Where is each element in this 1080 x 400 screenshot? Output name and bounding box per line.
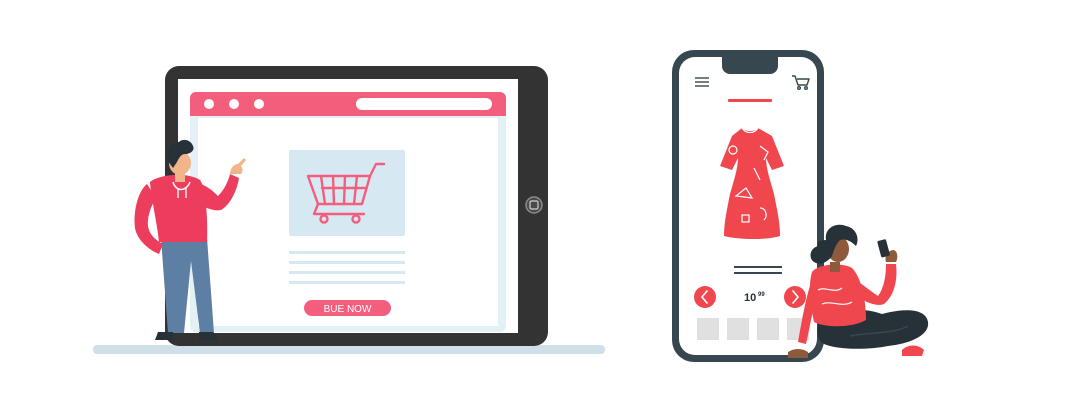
thumbnail[interactable] <box>757 318 779 340</box>
text-line <box>289 251 405 254</box>
ecommerce-illustration: BUE NOW 10 99 <box>93 50 929 362</box>
product-title-bar <box>728 99 772 102</box>
text-line <box>289 261 405 264</box>
buy-now-label: BUE NOW <box>324 304 372 315</box>
text-line <box>289 271 405 274</box>
home-button-icon[interactable] <box>525 196 543 214</box>
phone: 10 99 <box>672 50 824 362</box>
floor-shadow <box>93 345 605 354</box>
price-main: 10 <box>744 292 756 304</box>
browser-dot-icon[interactable] <box>204 99 214 109</box>
browser-window: BUE NOW <box>190 92 506 332</box>
browser-address-bar[interactable] <box>356 98 492 110</box>
woman-foot <box>902 345 924 356</box>
browser-dot-icon[interactable] <box>229 99 239 109</box>
buy-now-button[interactable]: BUE NOW <box>304 300 391 316</box>
price-cents: 99 <box>758 292 765 298</box>
product-line <box>734 266 782 268</box>
handheld-phone-icon <box>877 239 890 258</box>
thumbnail[interactable] <box>727 318 749 340</box>
woman-neck <box>830 262 840 272</box>
next-button[interactable] <box>784 286 806 308</box>
man-shoe <box>155 332 173 340</box>
product-line <box>734 272 782 274</box>
phone-notch <box>722 56 778 74</box>
thumbnail[interactable] <box>697 318 719 340</box>
prev-button[interactable] <box>694 286 716 308</box>
browser-dot-icon[interactable] <box>254 99 264 109</box>
cart-panel <box>289 150 405 236</box>
text-line <box>289 281 405 284</box>
